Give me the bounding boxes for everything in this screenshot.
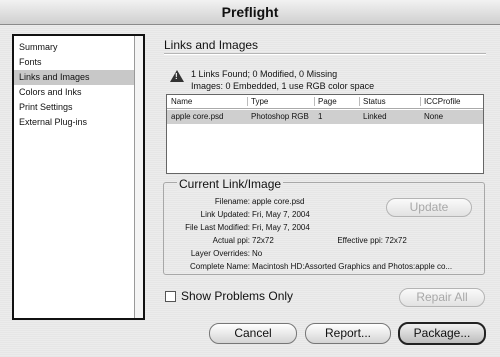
complete-name-value: Macintosh HD:Assorted Graphics and Photo… xyxy=(252,262,453,271)
sidebar-item-colors-and-inks[interactable]: Colors and Inks xyxy=(14,85,134,100)
filename-value: apple core.psd xyxy=(252,197,305,206)
column-divider xyxy=(359,97,360,106)
preflight-dialog: Preflight Summary Fonts Links and Images… xyxy=(0,0,500,357)
column-header-page[interactable]: Page xyxy=(318,95,337,108)
show-problems-only-checkbox[interactable] xyxy=(165,291,176,302)
link-updated-label: Link Updated: xyxy=(200,210,250,219)
links-summary-line: 1 Links Found; 0 Modified, 0 Missing xyxy=(191,69,338,79)
actual-ppi-value: 72x72 xyxy=(252,236,274,245)
links-table[interactable]: Name Type Page Status ICCProfile apple c… xyxy=(166,94,484,174)
file-last-modified-value: Fri, May 7, 2004 xyxy=(252,223,310,232)
links-summary: 1 Links Found; 0 Modified, 0 Missing Ima… xyxy=(191,68,374,92)
cell-page: 1 xyxy=(318,112,323,121)
package-button[interactable]: Package... xyxy=(398,322,486,345)
cell-type: Photoshop RGB xyxy=(251,112,309,121)
repair-all-button[interactable]: Repair All xyxy=(399,288,485,307)
filename-label: Filename: xyxy=(214,197,250,206)
images-summary-line: Images: 0 Embedded, 1 use RGB color spac… xyxy=(191,81,375,91)
link-updated-value: Fri, May 7, 2004 xyxy=(252,210,310,219)
effective-ppi-value: 72x72 xyxy=(385,236,407,245)
update-button[interactable]: Update xyxy=(386,198,472,217)
column-header-iccprofile[interactable]: ICCProfile xyxy=(424,95,460,108)
sidebar-item-fonts[interactable]: Fonts xyxy=(14,55,134,70)
actual-ppi-label: Actual ppi: xyxy=(212,236,250,245)
cell-iccprofile: None xyxy=(424,112,444,121)
show-problems-only-label[interactable]: Show Problems Only xyxy=(181,289,293,303)
window-title: Preflight xyxy=(0,0,500,25)
cancel-button[interactable]: Cancel xyxy=(209,323,297,344)
table-row[interactable]: apple core.psd Photoshop RGB 1 Linked No… xyxy=(167,110,483,124)
column-header-name[interactable]: Name xyxy=(171,95,192,108)
table-header: Name Type Page Status ICCProfile xyxy=(167,95,483,109)
section-divider xyxy=(164,53,486,55)
layer-overrides-label: Layer Overrides: xyxy=(190,249,250,258)
warning-icon: ! xyxy=(170,70,184,82)
section-title: Links and Images xyxy=(164,38,259,52)
layer-overrides-value: No xyxy=(252,249,263,258)
sidebar-item-summary[interactable]: Summary xyxy=(14,40,134,55)
cell-name: apple core.psd xyxy=(171,112,224,121)
column-divider xyxy=(247,97,248,106)
sidebar-item-links-and-images[interactable]: Links and Images xyxy=(14,70,134,85)
sidebar-item-print-settings[interactable]: Print Settings xyxy=(14,100,134,115)
column-header-type[interactable]: Type xyxy=(251,95,268,108)
column-header-status[interactable]: Status xyxy=(363,95,386,108)
sidebar-item-external-plugins[interactable]: External Plug-ins xyxy=(14,115,134,130)
complete-name-label: Complete Name: xyxy=(189,262,250,271)
category-list[interactable]: Summary Fonts Links and Images Colors an… xyxy=(12,34,145,320)
cell-status: Linked xyxy=(363,112,387,121)
sidebar-scrollbar[interactable] xyxy=(134,36,143,318)
current-link-title: Current Link/Image xyxy=(177,177,284,191)
effective-ppi-label: Effective ppi: xyxy=(337,236,383,245)
file-last-modified-label: File Last Modified: xyxy=(185,223,250,232)
column-divider xyxy=(314,97,315,106)
column-divider xyxy=(420,97,421,106)
report-button[interactable]: Report... xyxy=(305,323,391,344)
